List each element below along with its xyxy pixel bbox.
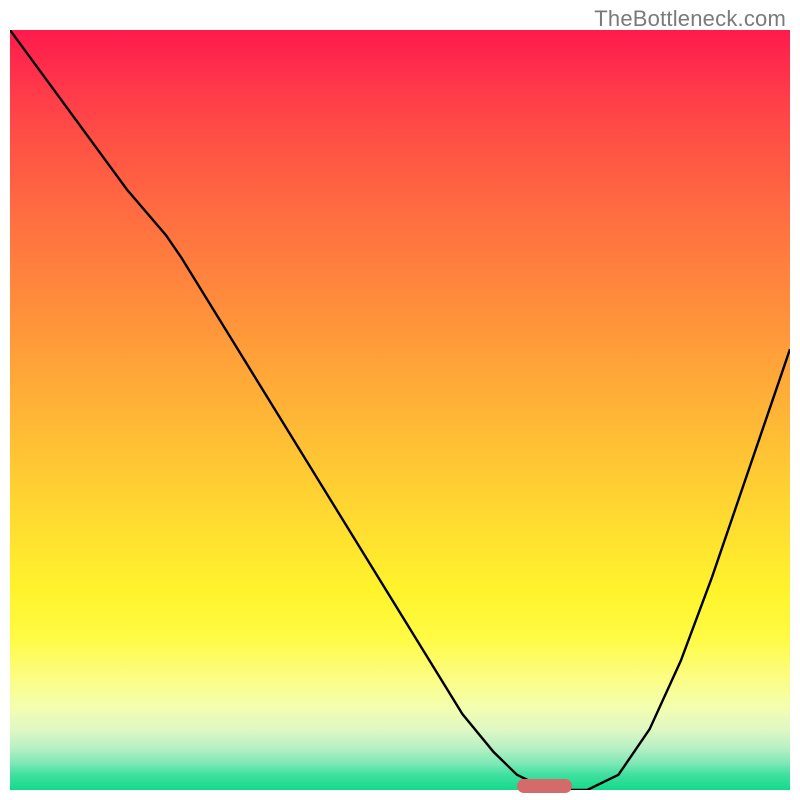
chart-container: TheBottleneck.com (0, 0, 800, 800)
optimal-range-marker (517, 779, 572, 793)
watermark-text: TheBottleneck.com (594, 6, 786, 32)
bottleneck-curve (10, 30, 790, 790)
curve-layer (10, 30, 790, 790)
